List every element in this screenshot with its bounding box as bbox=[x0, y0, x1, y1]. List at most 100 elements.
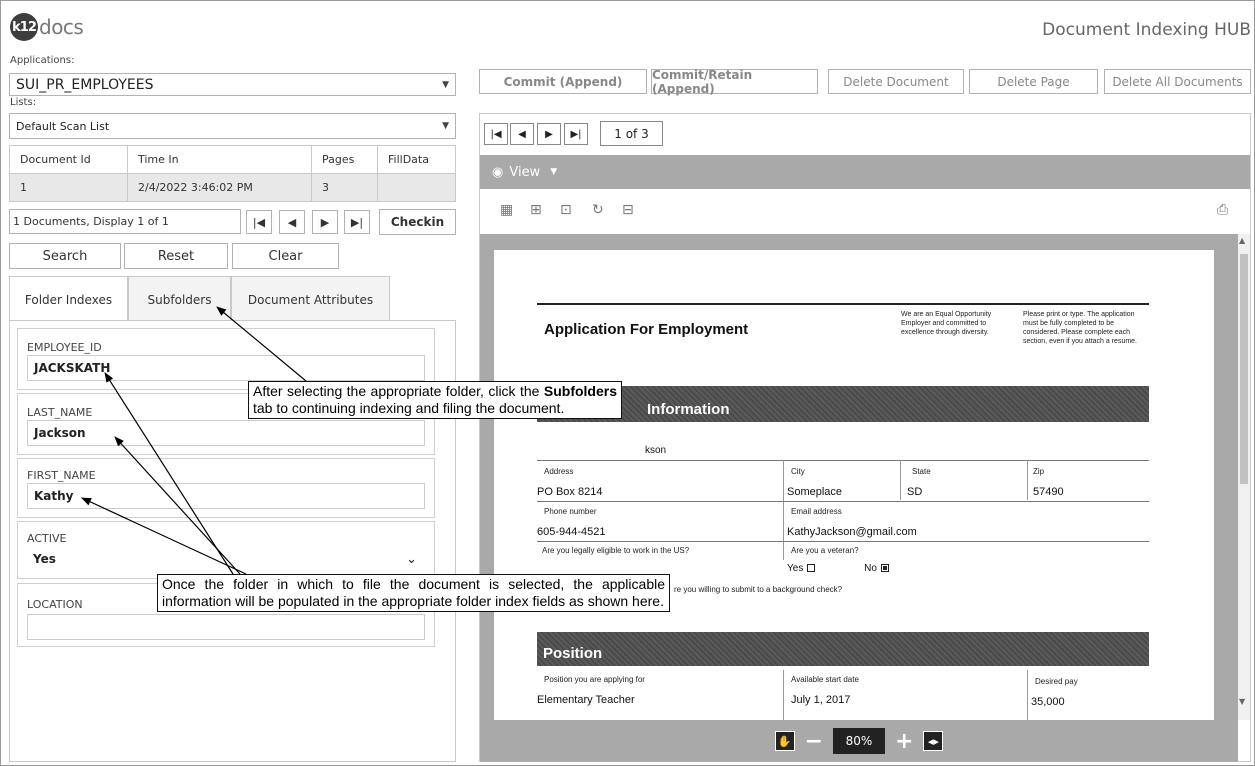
eeo-statement: We are an Equal Opportunity Employer and… bbox=[901, 311, 992, 336]
city-value: Someplace bbox=[787, 486, 843, 498]
column-header-filldata[interactable]: FillData bbox=[377, 145, 456, 174]
city-label: City bbox=[791, 467, 805, 476]
delete-all-documents-button[interactable]: Delete All Documents bbox=[1104, 69, 1251, 94]
section-band-information: Information bbox=[537, 386, 1149, 422]
cell-time-in: 2/4/2022 3:46:02 PM bbox=[127, 173, 312, 202]
callout-subfolders: After selecting the appropriate folder, … bbox=[248, 381, 622, 419]
column-divider bbox=[900, 460, 901, 500]
employee-id-input[interactable]: JACKSKATH bbox=[27, 355, 425, 381]
checkin-button[interactable]: Checkin bbox=[379, 209, 456, 235]
callout-bold-text: Subfolders bbox=[543, 383, 617, 399]
view-bar: ◉ View ▼ bbox=[480, 155, 1250, 189]
column-header-document-id[interactable]: Document Id bbox=[9, 145, 128, 174]
zoom-bar: ✋ − 80% + ◂▸ bbox=[480, 720, 1238, 762]
print-icon[interactable]: ⎙ bbox=[1217, 202, 1228, 218]
no-checkbox bbox=[880, 564, 889, 573]
callout-text: tab to continuing indexing and filing th… bbox=[253, 400, 565, 416]
fit-page-icon[interactable]: ⊟ bbox=[622, 202, 634, 218]
cell-document-id: 1 bbox=[9, 173, 128, 202]
application-select[interactable]: SUI_PR_EMPLOYEES ▼ bbox=[9, 73, 456, 96]
scroll-down-icon[interactable]: ▼ bbox=[1239, 697, 1245, 706]
logo-text: docs bbox=[39, 15, 84, 39]
table-row[interactable]: 1 2/4/2022 3:46:02 PM 3 bbox=[9, 173, 456, 202]
email-value: KathyJackson@gmail.com bbox=[787, 526, 917, 538]
zoom-in-button[interactable]: + bbox=[895, 729, 913, 754]
name-partial: kson bbox=[645, 445, 667, 456]
address-value: PO Box 8214 bbox=[537, 486, 603, 498]
start-date-value: July 1, 2017 bbox=[791, 694, 851, 706]
next-page-button[interactable]: ▶ bbox=[537, 123, 561, 145]
next-icon: ▶ bbox=[545, 128, 553, 140]
pan-hand-icon[interactable]: ✋ bbox=[774, 731, 795, 751]
rotate-icon[interactable]: ↻ bbox=[592, 202, 604, 218]
tab-subfolders[interactable]: Subfolders bbox=[128, 276, 231, 322]
k12docs-logo: k12 docs bbox=[10, 12, 84, 42]
chevron-down-icon: ▼ bbox=[442, 121, 449, 131]
commit-retain-append-button[interactable]: Commit/Retain (Append) bbox=[651, 68, 818, 96]
previous-page-button[interactable]: ◀ bbox=[510, 123, 534, 145]
active-select-value: Yes bbox=[33, 552, 56, 566]
veteran-answers: Yes No bbox=[787, 563, 889, 574]
desired-pay-label: Desired pay bbox=[1035, 677, 1078, 686]
next-icon: ▶ bbox=[320, 215, 330, 229]
cell-pages: 3 bbox=[311, 173, 378, 202]
next-document-button[interactable]: ▶ bbox=[312, 210, 338, 234]
section-title: Position bbox=[543, 645, 603, 662]
tab-document-attributes[interactable]: Document Attributes bbox=[231, 276, 390, 322]
thumbnails-icon[interactable]: ▦ bbox=[500, 202, 513, 218]
email-label: Email address bbox=[791, 507, 842, 516]
instructions-text: Please print or type. The application mu… bbox=[1023, 311, 1138, 345]
column-divider bbox=[1027, 670, 1028, 720]
column-header-pages[interactable]: Pages bbox=[311, 145, 378, 174]
first-icon: |◀ bbox=[490, 128, 502, 140]
scroll-up-icon[interactable]: ▲ bbox=[1239, 236, 1245, 245]
first-name-input[interactable]: Kathy bbox=[27, 483, 425, 509]
page-rule bbox=[537, 303, 1149, 305]
phone-label: Phone number bbox=[544, 507, 597, 516]
column-header-time-in[interactable]: Time In bbox=[127, 145, 312, 174]
caret-down-icon: ▼ bbox=[550, 167, 558, 177]
position-label: Position you are applying for bbox=[544, 675, 645, 684]
active-select[interactable]: Yes ⌄ bbox=[27, 546, 425, 572]
field-label: LAST_NAME bbox=[27, 406, 93, 419]
scroll-thumb[interactable] bbox=[1240, 254, 1248, 484]
field-label: ACTIVE bbox=[27, 532, 67, 545]
delete-document-button[interactable]: Delete Document bbox=[828, 69, 964, 94]
commit-append-button[interactable]: Commit (Append) bbox=[479, 69, 647, 94]
previous-icon: ◀ bbox=[287, 215, 297, 229]
column-divider bbox=[783, 670, 784, 720]
state-label: State bbox=[912, 467, 931, 476]
first-document-button[interactable]: |◀ bbox=[246, 210, 272, 234]
callout-populated: Once the folder in which to file the doc… bbox=[157, 574, 670, 612]
fit-width-icon[interactable]: ◂▸ bbox=[923, 731, 944, 751]
reset-button[interactable]: Reset bbox=[124, 243, 228, 269]
zoom-level[interactable]: 80% bbox=[833, 728, 885, 754]
zoom-out-button[interactable]: − bbox=[805, 729, 823, 754]
view-menu[interactable]: View bbox=[509, 165, 540, 180]
list-select[interactable]: Default Scan List ▼ bbox=[9, 113, 456, 139]
previous-document-button[interactable]: ◀ bbox=[279, 210, 305, 234]
lists-label: Lists: bbox=[10, 97, 37, 108]
state-value: SD bbox=[907, 486, 923, 498]
desired-pay-value: 35,000 bbox=[1031, 696, 1065, 708]
select-region-icon[interactable]: ⊡ bbox=[560, 202, 572, 218]
location-input[interactable] bbox=[27, 614, 425, 640]
field-label: FIRST_NAME bbox=[27, 469, 96, 482]
phone-value: 605-944-4521 bbox=[537, 526, 606, 538]
start-date-label: Available start date bbox=[791, 675, 859, 684]
zip-label: Zip bbox=[1033, 467, 1045, 476]
search-button[interactable]: Search bbox=[9, 243, 121, 269]
last-page-button[interactable]: ▶| bbox=[564, 123, 588, 145]
applications-label: Applications: bbox=[10, 55, 75, 66]
clear-button[interactable]: Clear bbox=[232, 243, 339, 269]
annotation-icon[interactable]: ⊞ bbox=[530, 202, 542, 218]
yes-checkbox bbox=[807, 564, 816, 573]
viewer-scrollbar[interactable]: ▲ ▼ bbox=[1238, 234, 1250, 720]
delete-page-button[interactable]: Delete Page bbox=[969, 69, 1098, 94]
last-document-button[interactable]: ▶| bbox=[344, 210, 370, 234]
last-name-input[interactable]: Jackson bbox=[27, 420, 425, 446]
field-active: ACTIVE Yes ⌄ bbox=[17, 521, 435, 579]
first-page-button[interactable]: |◀ bbox=[484, 123, 508, 145]
logo-badge: k12 bbox=[10, 13, 38, 41]
tab-folder-indexes[interactable]: Folder Indexes bbox=[9, 276, 128, 322]
